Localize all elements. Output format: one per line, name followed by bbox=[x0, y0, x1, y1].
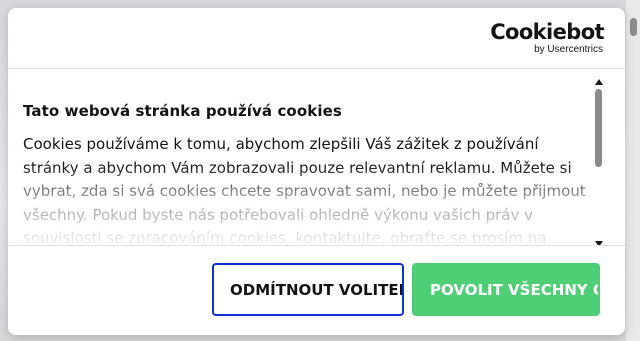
scroll-up-arrow-icon[interactable] bbox=[595, 79, 603, 85]
content-text: Cookies používáme k tomu, abychom zlepši… bbox=[23, 135, 586, 245]
dialog-content: Tato webová stránka používá cookies Cook… bbox=[8, 69, 625, 245]
page-scrollbar-thumb[interactable] bbox=[630, 18, 637, 36]
page-scrollbar[interactable] bbox=[626, 0, 640, 341]
dialog-header: Cookiebot by Usercentrics bbox=[8, 8, 625, 69]
cookie-consent-dialog: Cookiebot by Usercentrics Tato webová st… bbox=[8, 8, 625, 335]
logo-wordmark: Cookiebot bbox=[490, 20, 604, 44]
dialog-footer: ODMÍTNOUT VOLITELNÉ COOKIES POVOLIT VŠEC… bbox=[8, 245, 625, 335]
content-scrollbar[interactable] bbox=[593, 79, 607, 245]
cookiebot-logo: Cookiebot by Usercentrics bbox=[489, 20, 604, 56]
allow-all-cookies-button[interactable]: POVOLIT VŠECHNY COOKIES bbox=[412, 263, 600, 316]
content-title: Tato webová stránka používá cookies bbox=[23, 102, 342, 120]
content-scrollbar-thumb[interactable] bbox=[595, 89, 602, 167]
decline-optional-cookies-button[interactable]: ODMÍTNOUT VOLITELNÉ COOKIES bbox=[212, 263, 404, 316]
logo-byline: by Usercentrics bbox=[534, 44, 603, 55]
